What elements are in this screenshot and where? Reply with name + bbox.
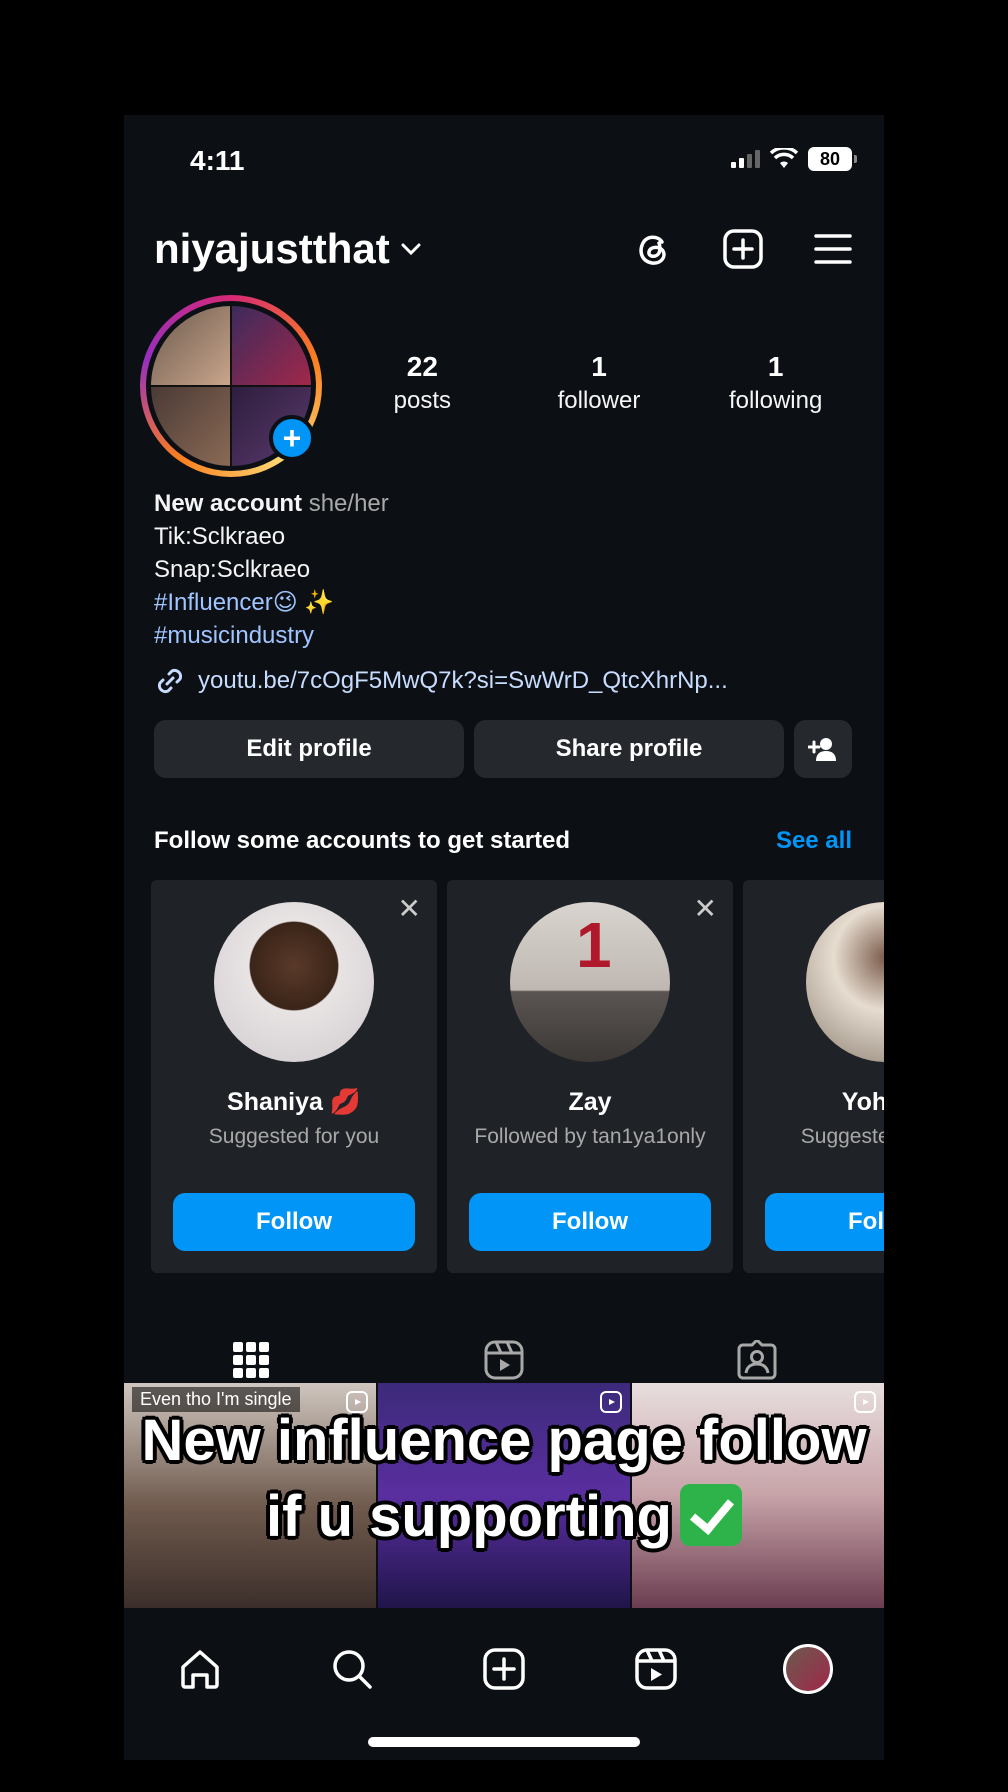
nav-search[interactable] [324,1641,380,1697]
suggestion-name: Zay [568,1088,612,1116]
profile-stats: 22 posts 1 follower 1 following [334,351,864,415]
dismiss-close-icon[interactable]: ✕ [694,892,717,925]
search-icon [333,1650,372,1689]
follow-button[interactable]: Follow [469,1193,711,1251]
bio-line: Tik:Sclkraeo [154,523,286,550]
threads-icon[interactable] [632,228,674,270]
profile-actions: Edit profile Share profile [154,720,852,778]
username: niyajustthat [154,225,390,272]
nav-profile[interactable] [780,1641,836,1697]
profile-link[interactable]: youtu.be/7cOgF5MwQ7k?si=SwWrD_QtcXhrNp..… [154,665,728,697]
create-icon [483,1648,525,1690]
share-profile-button[interactable]: Share profile [474,720,784,778]
nav-home[interactable] [172,1641,228,1697]
posts-count[interactable]: 22 posts [342,351,502,415]
phone-screen: 4:11 80 niyajustthat + 22 posts 1 follow… [124,115,884,1760]
suggestion-name: Yohana [841,1088,884,1116]
discover-people-button[interactable] [794,720,852,778]
see-all-link[interactable]: See all [776,827,852,855]
profile-avatar-small [783,1644,833,1694]
following-count[interactable]: 1 following [696,351,856,415]
suggestion-card[interactable]: ✕ Yohana Suggested for you Follow [743,880,884,1273]
suggestion-reason: Followed by tan1ya1only [474,1125,706,1148]
suggestion-avatar[interactable] [214,902,374,1062]
dismiss-close-icon[interactable]: ✕ [398,892,421,925]
chevron-down-icon [401,243,421,256]
jersey-number: 1 [576,909,612,981]
nav-reels[interactable] [628,1641,684,1697]
profile-bio: New account she/her Tik:Sclkraeo Snap:Sc… [154,487,389,652]
link-text: youtu.be/7cOgF5MwQ7k?si=SwWrD_QtcXhrNp..… [198,667,728,694]
reels-icon [635,1648,677,1690]
display-name: New account [154,490,303,517]
overlay-line: New influence page follow [141,1408,867,1473]
create-post-icon[interactable] [722,228,764,270]
suggestion-card[interactable]: ✕ 1 Zay Followed by tan1ya1only Follow [447,880,733,1273]
battery-icon: 80 [808,147,857,171]
overlay-line: if u supporting [266,1484,672,1549]
add-person-icon [808,738,836,761]
link-icon [157,668,183,694]
wifi-icon [770,148,798,168]
followers-count[interactable]: 1 follower [519,351,679,415]
status-time: 4:11 [190,145,245,176]
bio-line: Snap:Sclkraeo [154,556,311,583]
grid-icon [232,1342,269,1378]
pronouns: she/her [308,490,389,517]
account-switcher[interactable]: niyajustthat [154,225,422,273]
overlay-caption: New influence page follow if u supportin… [124,1403,884,1555]
home-icon [181,1650,219,1689]
header-actions [632,228,854,270]
suggestion-name: Shaniya 💋 [227,1088,361,1116]
hashtag-link[interactable]: #musicindustry [154,619,389,652]
suggestion-avatar[interactable]: 1 [510,902,670,1062]
tagged-icon [737,1340,777,1380]
nav-create[interactable] [476,1641,532,1697]
suggestions-title: Follow some accounts to get started [154,827,571,854]
suggestion-card[interactable]: ✕ Shaniya 💋 Suggested for you Follow [151,880,437,1273]
suggestion-reason: Suggested for you [208,1125,380,1148]
suggestion-reason: Suggested for you [800,1125,884,1148]
cellular-signal-icon [731,150,760,168]
edit-profile-button[interactable]: Edit profile [154,720,464,778]
reels-icon [484,1340,524,1380]
suggestion-cards: ✕ Shaniya 💋 Suggested for you Follow ✕ 1… [151,880,884,1273]
menu-icon[interactable] [812,228,854,270]
status-icons: 80 [731,147,857,171]
home-indicator[interactable] [368,1737,640,1747]
check-mark-icon [679,1483,742,1546]
follow-button[interactable]: Follow [173,1193,415,1251]
follow-button[interactable]: Follow [765,1193,884,1251]
hashtag-link[interactable]: #Influencer😉 ✨ [154,586,389,619]
add-story-icon[interactable]: + [269,415,315,461]
suggestion-avatar[interactable] [806,902,884,1062]
